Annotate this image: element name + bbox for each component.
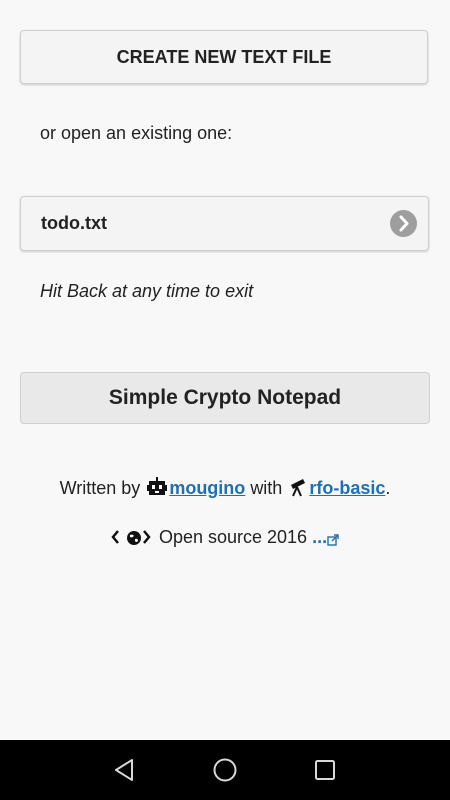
robot-head-icon: [147, 477, 168, 502]
chevron-right-icon: [390, 210, 417, 237]
author-link[interactable]: mougino: [169, 478, 245, 498]
globe-icon: [126, 530, 142, 551]
tool-link[interactable]: rfo-basic: [309, 478, 385, 498]
external-link-icon[interactable]: [327, 530, 339, 551]
more-link[interactable]: ...: [312, 527, 327, 547]
file-name: todo.txt: [41, 213, 107, 233]
back-icon[interactable]: [112, 757, 138, 783]
home-icon[interactable]: [212, 757, 238, 783]
file-item-todo[interactable]: todo.txt: [20, 196, 429, 251]
with-text: with: [250, 478, 283, 498]
app-title-button[interactable]: Simple Crypto Notepad: [20, 372, 430, 424]
exit-hint: Hit Back at any time to exit: [40, 281, 254, 301]
open-source-text: Open source 2016: [158, 527, 308, 547]
create-new-file-label: CREATE NEW TEXT FILE: [116, 46, 332, 67]
credits-period: .: [385, 478, 391, 498]
credits-line: Written by mougino with rfo-basic.: [0, 477, 450, 502]
recents-icon[interactable]: [312, 757, 338, 783]
app-title-label: Simple Crypto Notepad: [108, 386, 342, 409]
telescope-icon: [289, 477, 307, 502]
open-source-line: Open source 2016 ...: [0, 527, 450, 551]
create-new-file-button[interactable]: CREATE NEW TEXT FILE: [20, 30, 428, 84]
open-existing-label: or open an existing one:: [40, 123, 233, 143]
system-nav-bar: [0, 740, 450, 800]
written-by-text: Written by: [59, 478, 141, 498]
